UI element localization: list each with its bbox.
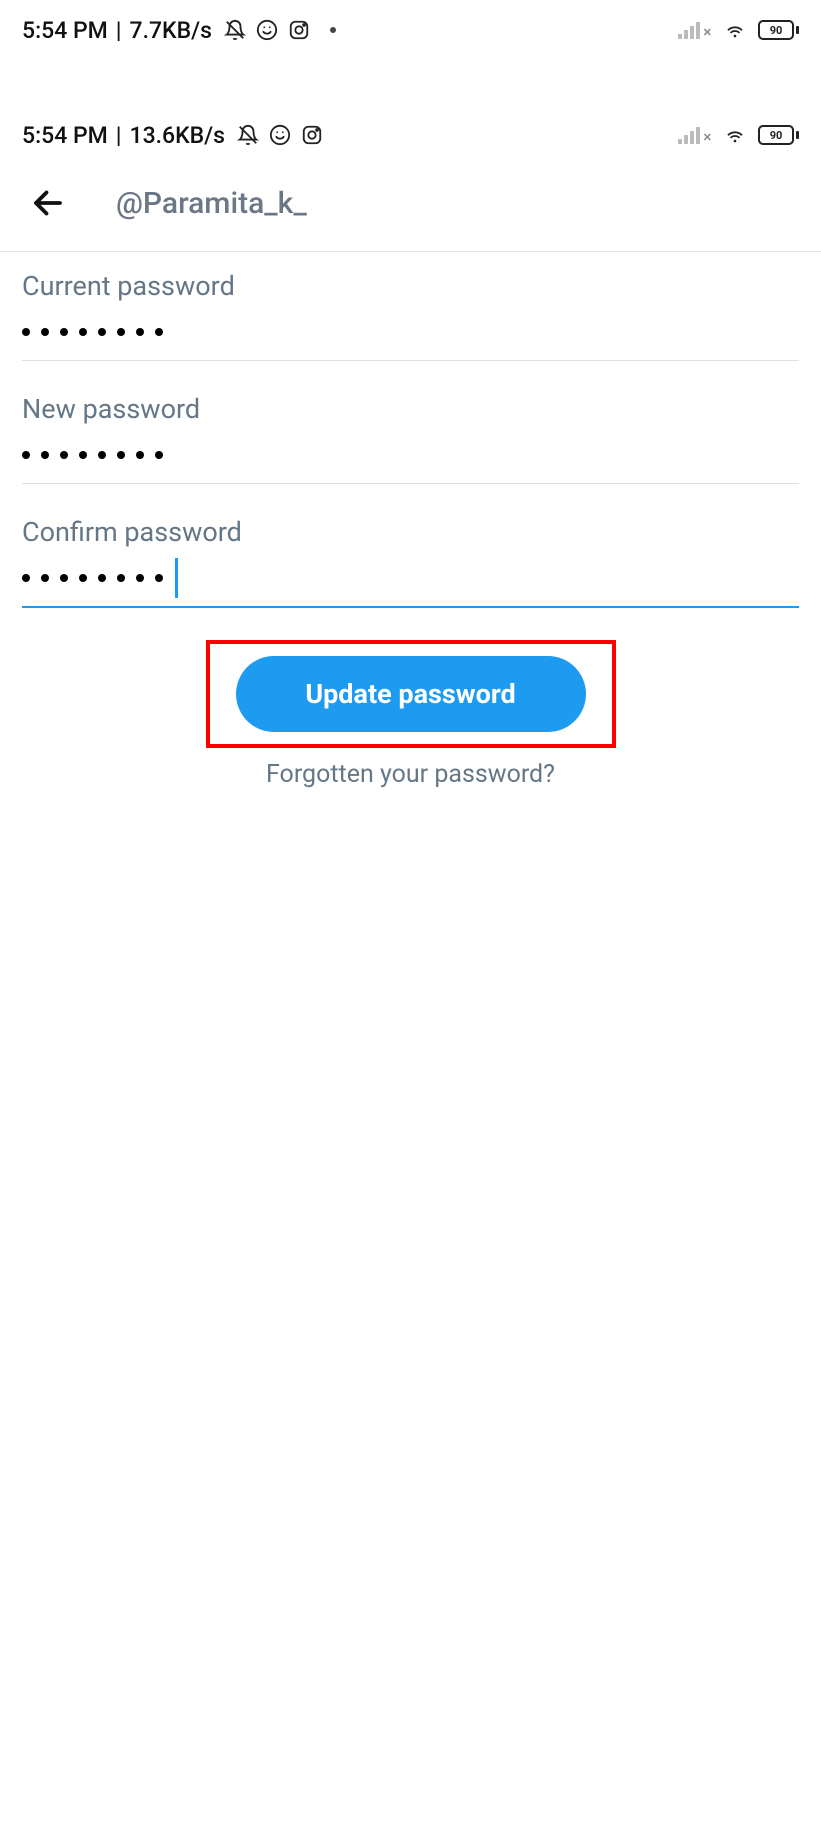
bell-muted-icon	[224, 19, 246, 41]
signal-icon: ✕	[678, 126, 712, 144]
confirm-password-label: Confirm password	[22, 516, 799, 548]
outer-time: 5:54 PM	[22, 17, 108, 44]
instagram-icon	[301, 124, 323, 146]
new-password-label: New password	[22, 393, 799, 425]
username-label: @Paramita_k_	[116, 186, 307, 221]
highlight-box: Update password	[206, 640, 616, 748]
wifi-icon	[722, 124, 748, 146]
battery-icon: 90	[758, 20, 799, 40]
separator: |	[116, 122, 122, 149]
new-password-value[interactable]	[22, 441, 799, 469]
outer-status-bar: 5:54 PM | 7.7KB/s ✕ 90	[0, 0, 821, 60]
inner-status-bar: 5:54 PM | 13.6KB/s ✕ 90	[0, 105, 821, 165]
inner-status-left: 5:54 PM | 13.6KB/s	[22, 122, 323, 149]
inner-data-rate: 13.6KB/s	[130, 122, 225, 149]
inner-time: 5:54 PM	[22, 122, 108, 149]
outer-status-left: 5:54 PM | 7.7KB/s	[22, 17, 336, 44]
wifi-icon	[722, 19, 748, 41]
new-password-field[interactable]: New password	[22, 393, 799, 484]
page-header: @Paramita_k_	[0, 165, 821, 252]
signal-icon: ✕	[678, 21, 712, 39]
battery-icon: 90	[758, 125, 799, 145]
confirm-password-field[interactable]: Confirm password	[22, 516, 799, 608]
bell-muted-icon	[237, 124, 259, 146]
outer-data-rate: 7.7KB/s	[130, 17, 212, 44]
current-password-field[interactable]: Current password	[22, 270, 799, 361]
confirm-password-value[interactable]	[22, 564, 799, 592]
inner-status-right: ✕ 90	[678, 124, 799, 146]
update-password-button[interactable]: Update password	[236, 656, 586, 732]
instagram-icon	[288, 19, 310, 41]
current-password-value[interactable]	[22, 318, 799, 346]
separator: |	[116, 17, 122, 44]
whatsapp-icon	[256, 19, 278, 41]
status-icons-left	[224, 19, 336, 41]
outer-status-right: ✕ 90	[678, 19, 799, 41]
back-arrow-icon[interactable]	[30, 185, 66, 221]
password-form: Current password New password Confirm pa…	[0, 252, 821, 789]
current-password-label: Current password	[22, 270, 799, 302]
whatsapp-icon	[269, 124, 291, 146]
status-icons-left	[237, 124, 323, 146]
notification-dot-icon	[330, 27, 336, 33]
button-container: Update password	[22, 640, 799, 748]
forgot-password-link[interactable]: Forgotten your password?	[22, 760, 799, 789]
